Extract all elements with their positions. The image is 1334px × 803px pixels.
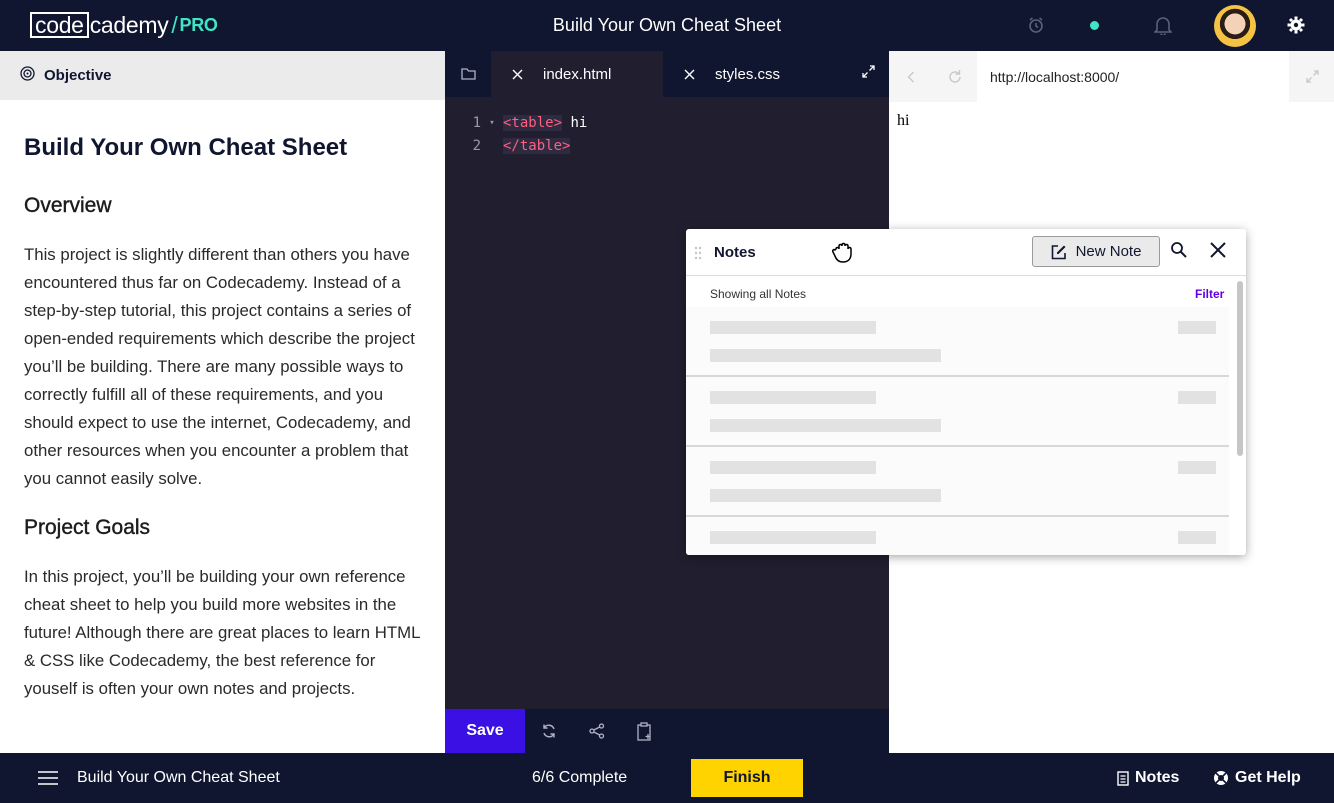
notes-header[interactable]: Notes New Note xyxy=(686,229,1246,276)
top-bar: code cademy / PRO Build Your Own Cheat Shee… xyxy=(0,0,1334,51)
bottom-bar: Build Your Own Cheat Sheet 6/6 Complete … xyxy=(0,753,1334,803)
back-arrow-icon[interactable] xyxy=(889,51,933,102)
skeleton-line xyxy=(710,321,876,334)
skeleton-line xyxy=(1178,461,1216,474)
notes-button-label: Notes xyxy=(1135,769,1180,786)
course-title[interactable]: Build Your Own Cheat Sheet xyxy=(77,769,280,787)
tab-label: styles.css xyxy=(715,65,781,83)
target-icon xyxy=(20,66,35,85)
overview-heading: Overview xyxy=(24,194,112,217)
skeleton-line xyxy=(710,489,941,502)
new-note-button[interactable]: New Note xyxy=(1032,236,1160,267)
logo-cademy: cademy xyxy=(89,11,169,38)
get-help-button[interactable]: Get Help xyxy=(1213,769,1301,787)
list-item[interactable] xyxy=(686,377,1229,447)
expand-icon[interactable] xyxy=(862,65,875,83)
clipboard-add-icon[interactable] xyxy=(621,709,669,753)
filter-link[interactable]: Filter xyxy=(1195,287,1224,301)
skeleton-line xyxy=(710,419,941,432)
lesson-title: Build Your Own Cheat Sheet xyxy=(24,134,348,161)
tab-styles-css[interactable]: styles.css xyxy=(663,51,835,97)
help-lifebuoy-icon xyxy=(1214,771,1228,785)
grab-hand-icon xyxy=(831,240,855,269)
line-number: 1 xyxy=(472,114,481,131)
url-bar[interactable]: http://localhost:8000/ xyxy=(977,51,1289,102)
editor-footer: Save xyxy=(445,709,889,753)
skeleton-line xyxy=(1178,321,1216,334)
notes-title: Notes xyxy=(714,244,756,261)
codecademy-pro-logo[interactable]: code cademy / PRO xyxy=(30,11,218,39)
page-title: Build Your Own Cheat Sheet xyxy=(552,15,782,35)
skeleton-line xyxy=(1178,391,1216,404)
skeleton-line xyxy=(1178,531,1216,544)
edit-icon xyxy=(1051,244,1066,259)
showing-all-notes: Showing all Notes xyxy=(710,287,807,301)
get-help-label: Get Help xyxy=(1235,769,1301,786)
goals-text: In this project, you’ll be building your… xyxy=(24,567,420,698)
objective-header[interactable]: Objective xyxy=(0,51,445,100)
tab-label: index.html xyxy=(543,65,612,83)
logo-slash: / xyxy=(171,11,178,38)
overview-text: This project is slightly different than … xyxy=(24,245,415,488)
editor-tabs: index.html styles.css xyxy=(445,51,889,97)
bell-icon[interactable] xyxy=(1151,13,1175,37)
list-item[interactable] xyxy=(686,447,1229,517)
tab-index-html[interactable]: index.html xyxy=(491,51,663,97)
avatar[interactable] xyxy=(1214,5,1256,47)
browser-bar: http://localhost:8000/ xyxy=(889,51,1334,102)
list-item[interactable] xyxy=(686,307,1229,377)
share-icon[interactable] xyxy=(573,709,621,753)
skeleton-line xyxy=(710,531,876,544)
hamburger-icon[interactable] xyxy=(38,770,58,791)
code-area[interactable]: 1 ▾ <table> hi 2 </table> xyxy=(445,97,889,157)
finish-button[interactable]: Finish xyxy=(691,759,803,797)
expand-icon[interactable] xyxy=(1290,51,1334,102)
fold-arrow[interactable]: ▾ xyxy=(481,118,503,128)
goals-heading: Project Goals xyxy=(24,516,151,539)
code-tag: <table> xyxy=(503,114,563,131)
code-line: 2 </table> xyxy=(445,134,889,157)
logo-pro: PRO xyxy=(179,14,218,35)
skeleton-line xyxy=(710,349,941,362)
notes-doc-icon xyxy=(1117,770,1129,786)
folder-icon[interactable] xyxy=(445,51,491,97)
status-dot xyxy=(1090,21,1099,30)
skeleton-line xyxy=(710,461,876,474)
new-note-label: New Note xyxy=(1075,243,1142,260)
logo-code-box: code xyxy=(30,12,89,38)
close-icon[interactable] xyxy=(1208,240,1228,265)
search-icon[interactable] xyxy=(1170,241,1188,264)
code-tag: </table> xyxy=(503,137,571,154)
objective-label: Objective xyxy=(44,67,112,84)
refresh-icon[interactable] xyxy=(933,51,977,102)
gear-icon[interactable] xyxy=(1284,13,1308,37)
refresh-sync-icon[interactable] xyxy=(525,709,573,753)
drag-handle-icon[interactable] xyxy=(694,246,702,265)
objective-panel: Objective Build Your Own Cheat Sheet Ove… xyxy=(0,51,445,753)
list-item[interactable] xyxy=(686,517,1229,555)
rendered-page: hi xyxy=(897,112,910,129)
notes-scrollbar[interactable] xyxy=(1237,281,1243,456)
save-button[interactable]: Save xyxy=(445,709,525,753)
code-line: 1 ▾ <table> hi xyxy=(445,111,889,134)
skeleton-line xyxy=(710,391,876,404)
notes-button[interactable]: Notes xyxy=(1117,769,1179,787)
alarm-clock-icon[interactable] xyxy=(1024,13,1048,37)
line-number: 2 xyxy=(472,137,481,154)
close-icon[interactable] xyxy=(663,69,715,80)
close-icon[interactable] xyxy=(491,69,543,80)
progress-text: 6/6 Complete xyxy=(532,769,628,786)
code-text: hi xyxy=(562,114,588,131)
notes-panel: Notes New Note Showing all Notes Filter xyxy=(686,229,1246,555)
